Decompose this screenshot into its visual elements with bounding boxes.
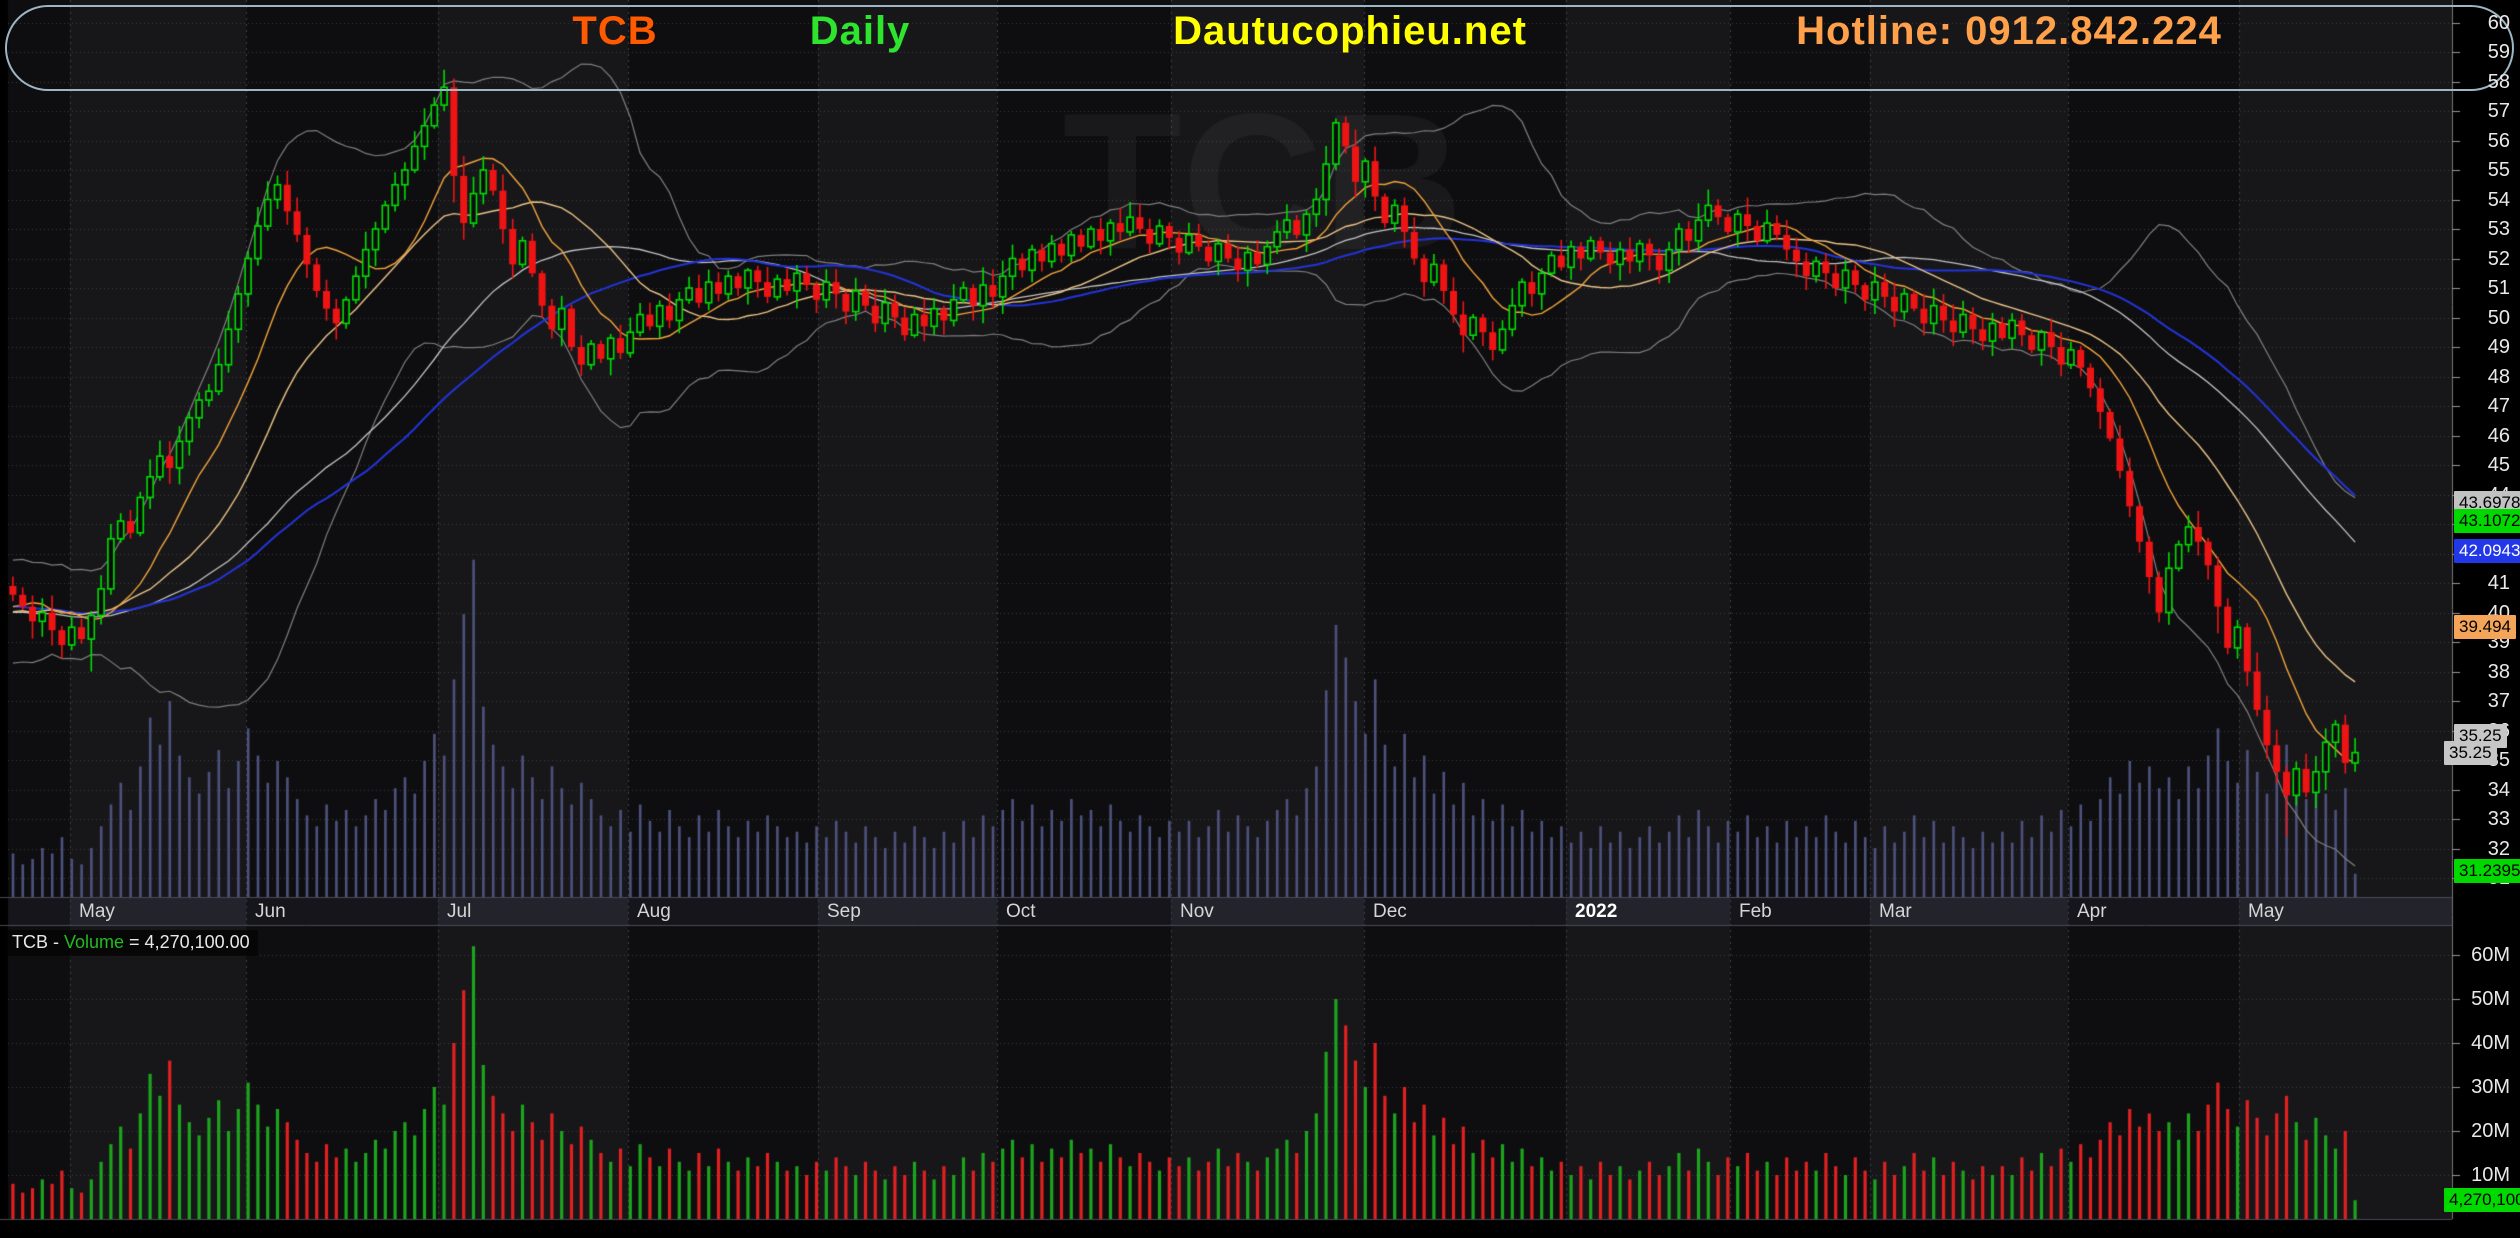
price-badge: 43.1072 bbox=[2454, 509, 2520, 533]
month-label: Mar bbox=[1879, 901, 1912, 923]
price-tick-label: 32 bbox=[2452, 838, 2510, 861]
price-tick-label: 47 bbox=[2452, 395, 2510, 418]
month-label: Aug bbox=[637, 901, 671, 923]
month-label: Feb bbox=[1739, 901, 1772, 923]
volume-label-symbol: TCB bbox=[12, 932, 48, 952]
price-badge: 35.25 bbox=[2444, 741, 2497, 765]
volume-tick-label: 50M bbox=[2452, 988, 2510, 1011]
price-badge: 4,270,100 bbox=[2444, 1188, 2520, 1212]
month-label: Apr bbox=[2077, 901, 2107, 923]
price-tick-label: 33 bbox=[2452, 808, 2510, 831]
header-timeframe: Daily bbox=[810, 9, 911, 54]
price-tick-label: 59 bbox=[2452, 41, 2510, 64]
price-tick-label: 45 bbox=[2452, 454, 2510, 477]
price-tick-label: 50 bbox=[2452, 307, 2510, 330]
price-tick-label: 46 bbox=[2452, 425, 2510, 448]
month-label: Jun bbox=[255, 901, 286, 923]
chart-window: TCB Daily Dautucophieu.net Hotline: 0912… bbox=[0, 0, 2520, 1238]
volume-tick-label: 10M bbox=[2452, 1164, 2510, 1187]
price-tick-label: 37 bbox=[2452, 690, 2510, 713]
month-label: Jul bbox=[447, 901, 471, 923]
month-label: 2022 bbox=[1575, 901, 1617, 923]
badge-value: 35.25 bbox=[2444, 741, 2497, 765]
header-hotline: Hotline: 0912.842.224 bbox=[1796, 9, 2222, 54]
month-label: May bbox=[2248, 901, 2284, 923]
volume-label-sep: - bbox=[48, 932, 64, 952]
price-tick-label: 48 bbox=[2452, 366, 2510, 389]
volume-label-name: Volume bbox=[64, 932, 124, 952]
price-tick-label: 60 bbox=[2452, 12, 2510, 35]
price-chart-canvas[interactable] bbox=[0, 0, 2520, 1238]
month-label: Nov bbox=[1180, 901, 1214, 923]
month-label: May bbox=[79, 901, 115, 923]
volume-pane-label: TCB - Volume = 4,270,100.00 bbox=[8, 930, 258, 956]
price-tick-label: 51 bbox=[2452, 277, 2510, 300]
volume-tick-label: 30M bbox=[2452, 1076, 2510, 1099]
volume-label-value: = 4,270,100.00 bbox=[124, 932, 250, 952]
badge-value: 43.1072 bbox=[2454, 509, 2520, 533]
volume-tick-label: 40M bbox=[2452, 1032, 2510, 1055]
month-label: Sep bbox=[827, 901, 861, 923]
price-tick-label: 34 bbox=[2452, 779, 2510, 802]
price-tick-label: 58 bbox=[2452, 71, 2510, 94]
month-label: Dec bbox=[1373, 901, 1407, 923]
price-tick-label: 49 bbox=[2452, 336, 2510, 359]
badge-value: 39.494 bbox=[2454, 615, 2516, 639]
price-tick-label: 53 bbox=[2452, 218, 2510, 241]
price-badge: 31.2395 bbox=[2454, 859, 2520, 883]
price-tick-label: 52 bbox=[2452, 248, 2510, 271]
price-tick-label: 56 bbox=[2452, 130, 2510, 153]
volume-tick-label: 60M bbox=[2452, 944, 2510, 967]
header-site-link[interactable]: Dautucophieu.net bbox=[1173, 9, 1527, 54]
volume-tick-label: 20M bbox=[2452, 1120, 2510, 1143]
price-badge: 42.0943 bbox=[2454, 539, 2520, 563]
month-label: Oct bbox=[1006, 901, 1036, 923]
price-tick-label: 57 bbox=[2452, 100, 2510, 123]
price-tick-label: 41 bbox=[2452, 572, 2510, 595]
price-tick-label: 38 bbox=[2452, 661, 2510, 684]
price-tick-label: 55 bbox=[2452, 159, 2510, 182]
badge-value: 42.0943 bbox=[2454, 539, 2520, 563]
badge-value: 4,270,100 bbox=[2444, 1188, 2520, 1212]
header-symbol: TCB bbox=[572, 9, 657, 54]
badge-value: 31.2395 bbox=[2454, 859, 2520, 883]
price-tick-label: 54 bbox=[2452, 189, 2510, 212]
price-badge: 39.494 bbox=[2454, 615, 2516, 639]
